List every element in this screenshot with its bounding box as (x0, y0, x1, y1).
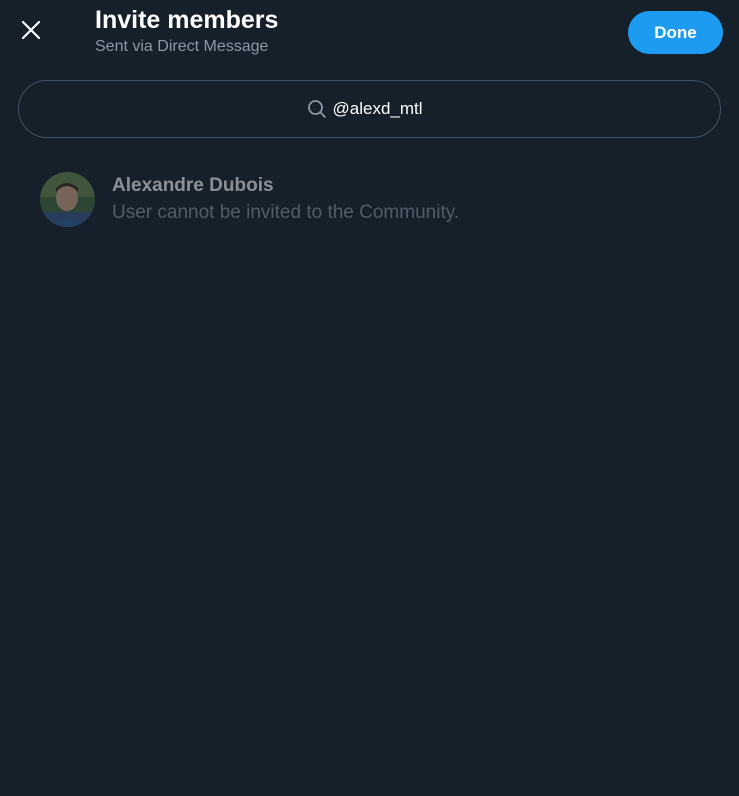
search-input[interactable] (332, 99, 433, 119)
search-icon (307, 99, 327, 119)
avatar (40, 172, 95, 227)
done-button[interactable]: Done (628, 11, 723, 54)
header-titles: Invite members Sent via Direct Message (95, 5, 278, 58)
user-status: User cannot be invited to the Community. (112, 202, 460, 223)
modal-subtitle: Sent via Direct Message (95, 38, 269, 55)
modal-title: Invite members (95, 6, 279, 34)
user-text: Alexandre Dubois User cannot be invited … (112, 174, 459, 226)
user-name: Alexandre Dubois (112, 175, 274, 196)
invite-members-modal: Invite members Sent via Direct Message D… (0, 0, 739, 796)
search-box[interactable] (18, 80, 721, 138)
close-button[interactable] (12, 13, 50, 51)
close-icon (20, 19, 42, 46)
user-result-row: Alexandre Dubois User cannot be invited … (0, 160, 739, 240)
